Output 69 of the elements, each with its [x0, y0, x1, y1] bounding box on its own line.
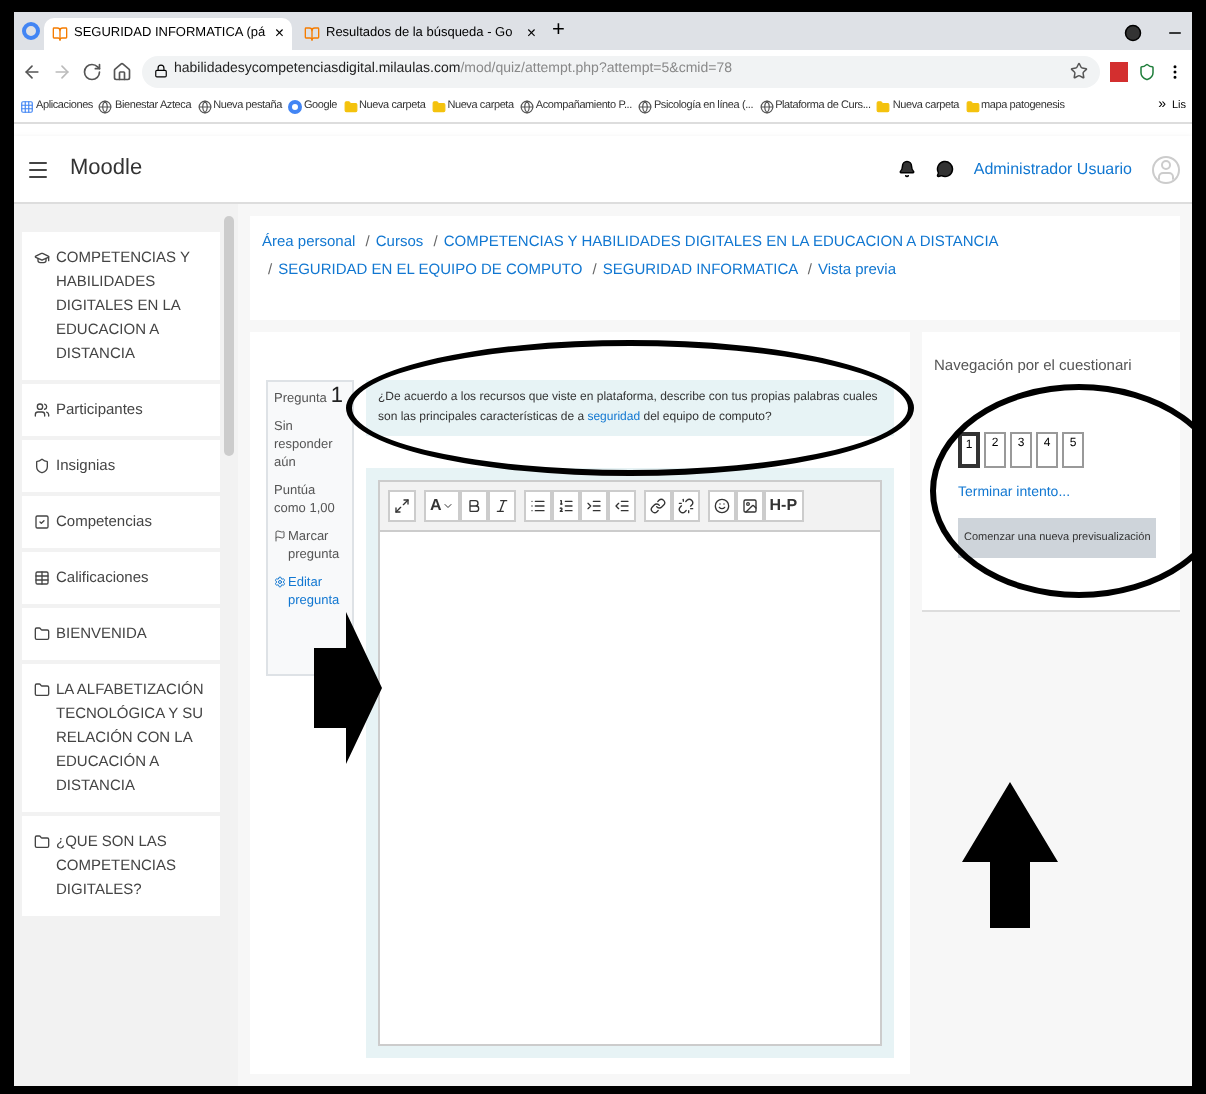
question-number: 1	[330, 388, 344, 406]
toolbar-button[interactable]	[671, 490, 700, 522]
pdf-extension-icon[interactable]	[1110, 61, 1128, 81]
toolbar-button[interactable]	[735, 490, 764, 522]
globe-icon	[759, 100, 774, 114]
user-name[interactable]: Administrador Usuario	[973, 157, 1132, 181]
indent-icon	[585, 498, 602, 514]
globe-icon	[98, 100, 113, 114]
people-icon	[34, 402, 50, 418]
shield-icon	[34, 458, 50, 474]
apps-icon	[20, 100, 34, 114]
table-icon	[34, 570, 50, 586]
image-icon	[741, 498, 758, 514]
caret-icon	[441, 500, 454, 512]
toolbar-button[interactable]	[523, 490, 552, 522]
star-icon[interactable]	[1070, 62, 1088, 80]
tab-icon	[52, 26, 68, 42]
google-icon	[22, 22, 40, 40]
chat-icon[interactable]	[935, 160, 954, 178]
globe-icon	[637, 100, 652, 114]
emoji-icon	[713, 498, 730, 514]
gear-icon	[274, 576, 286, 588]
globe-icon	[197, 100, 212, 114]
globe-icon	[519, 100, 534, 114]
home-icon[interactable]	[112, 61, 132, 81]
bold-icon	[465, 498, 482, 514]
toolbar-button[interactable]	[607, 490, 636, 522]
bell-icon[interactable]	[897, 160, 916, 178]
answer-field[interactable]	[378, 532, 882, 1046]
outdent-icon	[613, 498, 630, 514]
toolbar-button[interactable]	[388, 490, 416, 522]
folder-icon	[34, 834, 50, 850]
toolbar-button[interactable]: H-P	[763, 490, 804, 522]
bullet-list-icon	[529, 498, 546, 514]
folder-icon	[876, 100, 891, 114]
scrollbar[interactable]	[224, 216, 234, 456]
numbered-list-icon	[557, 498, 574, 514]
folder-icon	[343, 100, 358, 114]
folder-icon	[34, 682, 50, 698]
folder-icon	[965, 100, 979, 114]
graduation-cap-icon	[34, 250, 50, 266]
answer-editor[interactable]: A H-P	[366, 468, 894, 1058]
close-icon[interactable]: ×	[526, 22, 536, 46]
menu-icon[interactable]	[26, 157, 50, 181]
italic-icon	[493, 498, 510, 514]
close-icon[interactable]: ×	[274, 22, 284, 46]
google-icon	[287, 100, 302, 114]
tab-icon	[304, 26, 320, 42]
checkbox-icon	[34, 514, 50, 530]
flag-icon	[274, 530, 286, 542]
site-name[interactable]: Moodle	[70, 152, 143, 186]
reload-icon[interactable]	[82, 61, 102, 81]
lock-icon	[154, 64, 168, 78]
toolbar-button[interactable]	[487, 490, 516, 522]
toolbar-button[interactable]	[707, 490, 736, 522]
folder-icon	[34, 626, 50, 642]
shield-extension-icon[interactable]	[1138, 61, 1156, 81]
unlink-icon	[677, 498, 694, 514]
link-icon	[649, 498, 666, 514]
toolbar-button[interactable]	[551, 490, 580, 522]
toolbar-button[interactable]	[643, 490, 672, 522]
expand-icon	[394, 498, 410, 514]
toolbar-button[interactable]	[459, 490, 488, 522]
account-icon[interactable]	[1124, 24, 1142, 42]
folder-icon	[431, 100, 446, 114]
toolbar-button[interactable]	[579, 490, 608, 522]
back-icon[interactable]	[22, 61, 42, 81]
toolbar-button[interactable]: A	[424, 490, 460, 522]
new-tab-button[interactable]: +	[552, 13, 565, 46]
